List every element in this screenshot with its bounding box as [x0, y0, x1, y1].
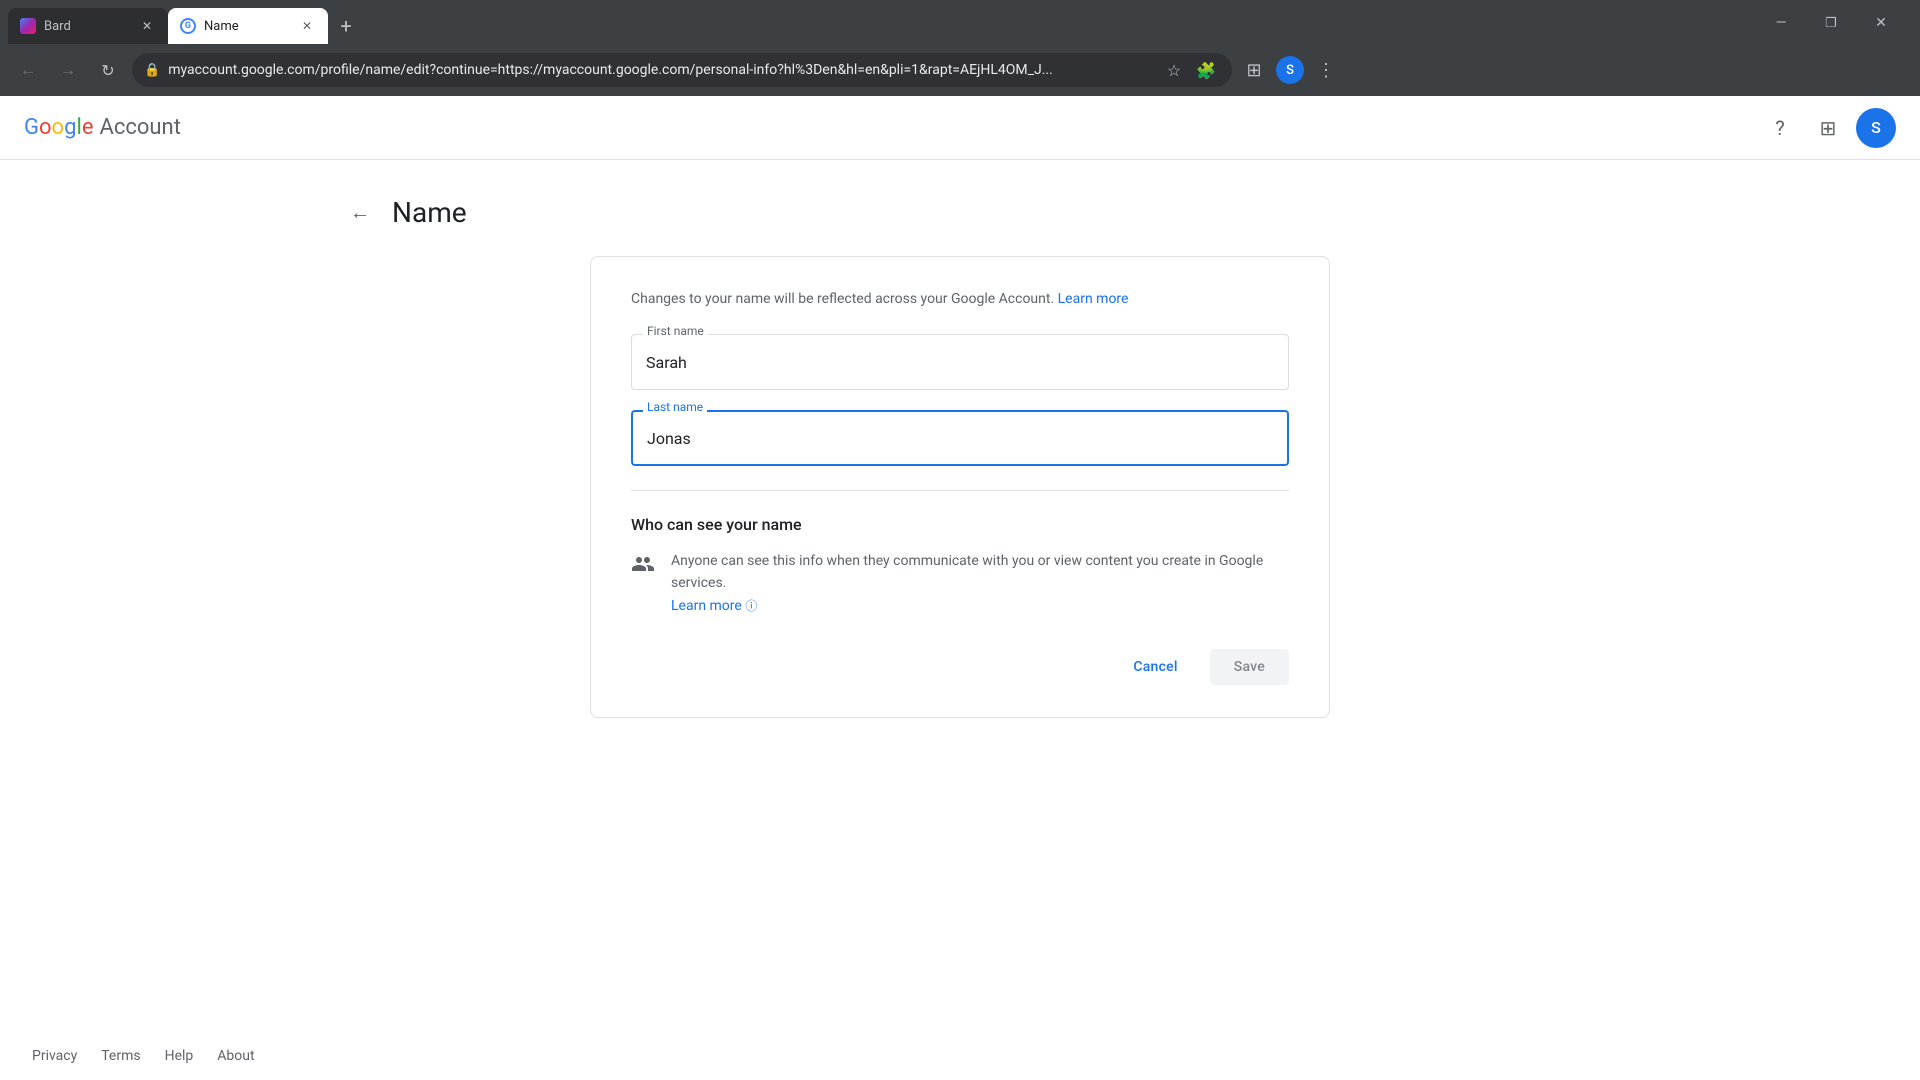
cancel-button[interactable]: Cancel	[1109, 651, 1201, 683]
new-tab-button[interactable]: +	[332, 12, 360, 40]
back-nav-button[interactable]: ←	[12, 54, 44, 86]
visibility-text: Anyone can see this info when they commu…	[671, 550, 1289, 617]
first-name-label: First name	[643, 324, 708, 338]
footer: Privacy Terms Help About	[0, 1032, 1920, 1080]
info-text: Changes to your name will be reflected a…	[631, 289, 1289, 310]
save-button[interactable]: Save	[1210, 649, 1289, 685]
main-content: ← Name Changes to your name will be refl…	[0, 160, 1920, 1032]
logo-account-text: Account	[99, 115, 180, 140]
learn-more-link-bottom[interactable]: Learn more ⓘ	[671, 598, 757, 614]
tab-name-title: Name	[204, 19, 290, 34]
minimize-button[interactable]: —	[1758, 8, 1804, 38]
reload-button[interactable]: ↻	[92, 54, 124, 86]
bard-favicon	[20, 18, 36, 34]
main-page: G o o g l e Account ? ⊞ S ← Name Changes…	[0, 96, 1920, 1080]
extension-puzzle-icon[interactable]: 🧩	[1192, 56, 1220, 84]
google-account-logo[interactable]: G o o g l e Account	[24, 115, 181, 140]
footer-terms-link[interactable]: Terms	[101, 1048, 140, 1064]
help-icon[interactable]: ?	[1760, 108, 1800, 148]
address-text: myaccount.google.com/profile/name/edit?c…	[168, 62, 1152, 78]
maximize-button[interactable]: ❐	[1808, 8, 1854, 38]
logo-letter-e: e	[82, 115, 94, 140]
tab-name[interactable]: G Name ✕	[168, 8, 328, 44]
page-header: ← Name	[0, 192, 1920, 256]
visibility-section: Who can see your name Anyone can see thi…	[631, 515, 1289, 617]
footer-about-link[interactable]: About	[217, 1048, 254, 1064]
back-button[interactable]: ←	[340, 192, 380, 232]
profile-button[interactable]: S	[1276, 56, 1304, 84]
address-bar[interactable]: 🔒 myaccount.google.com/profile/name/edit…	[132, 53, 1232, 87]
page-title: Name	[392, 196, 467, 229]
tab-name-close[interactable]: ✕	[298, 17, 316, 35]
profile-avatar: S	[1276, 56, 1304, 84]
tab-bard[interactable]: Bard ✕	[8, 8, 168, 44]
last-name-label: Last name	[643, 400, 707, 414]
security-lock-icon: 🔒	[144, 63, 160, 78]
site-header: G o o g l e Account ? ⊞ S	[0, 96, 1920, 160]
people-icon	[631, 552, 655, 582]
logo-letter-g: G	[24, 115, 39, 140]
tab-bard-title: Bard	[44, 19, 130, 34]
google-favicon: G	[180, 18, 196, 34]
user-avatar[interactable]: S	[1856, 108, 1896, 148]
window-controls: — ❐ ✕	[1758, 8, 1904, 38]
visibility-info: Anyone can see this info when they commu…	[631, 550, 1289, 617]
bookmark-star-icon[interactable]: ☆	[1160, 56, 1188, 84]
tab-bard-close[interactable]: ✕	[138, 17, 156, 35]
first-name-wrapper: First name	[631, 334, 1289, 390]
apps-grid-icon[interactable]: ⊞	[1808, 108, 1848, 148]
info-circle-icon: ⓘ	[745, 599, 757, 613]
footer-help-link[interactable]: Help	[165, 1048, 194, 1064]
header-actions: ? ⊞ S	[1760, 108, 1896, 148]
learn-more-link-top[interactable]: Learn more	[1058, 291, 1129, 307]
close-button[interactable]: ✕	[1858, 8, 1904, 38]
card-divider	[631, 490, 1289, 491]
last-name-field-group: Last name	[631, 410, 1289, 466]
footer-privacy-link[interactable]: Privacy	[32, 1048, 77, 1064]
logo-letter-o1: o	[39, 115, 52, 140]
forward-nav-button[interactable]: →	[52, 54, 84, 86]
action-row: Cancel Save	[631, 649, 1289, 685]
extensions-button[interactable]: ⊞	[1240, 56, 1268, 84]
name-edit-card: Changes to your name will be reflected a…	[590, 256, 1330, 718]
browser-menu-button[interactable]: ⋮	[1312, 56, 1340, 84]
first-name-input[interactable]	[631, 334, 1289, 390]
last-name-wrapper: Last name	[631, 410, 1289, 466]
logo-letter-g2: g	[64, 115, 76, 140]
visibility-title: Who can see your name	[631, 515, 1289, 534]
logo-letter-o2: o	[52, 115, 65, 140]
last-name-input[interactable]	[631, 410, 1289, 466]
first-name-field-group: First name	[631, 334, 1289, 390]
